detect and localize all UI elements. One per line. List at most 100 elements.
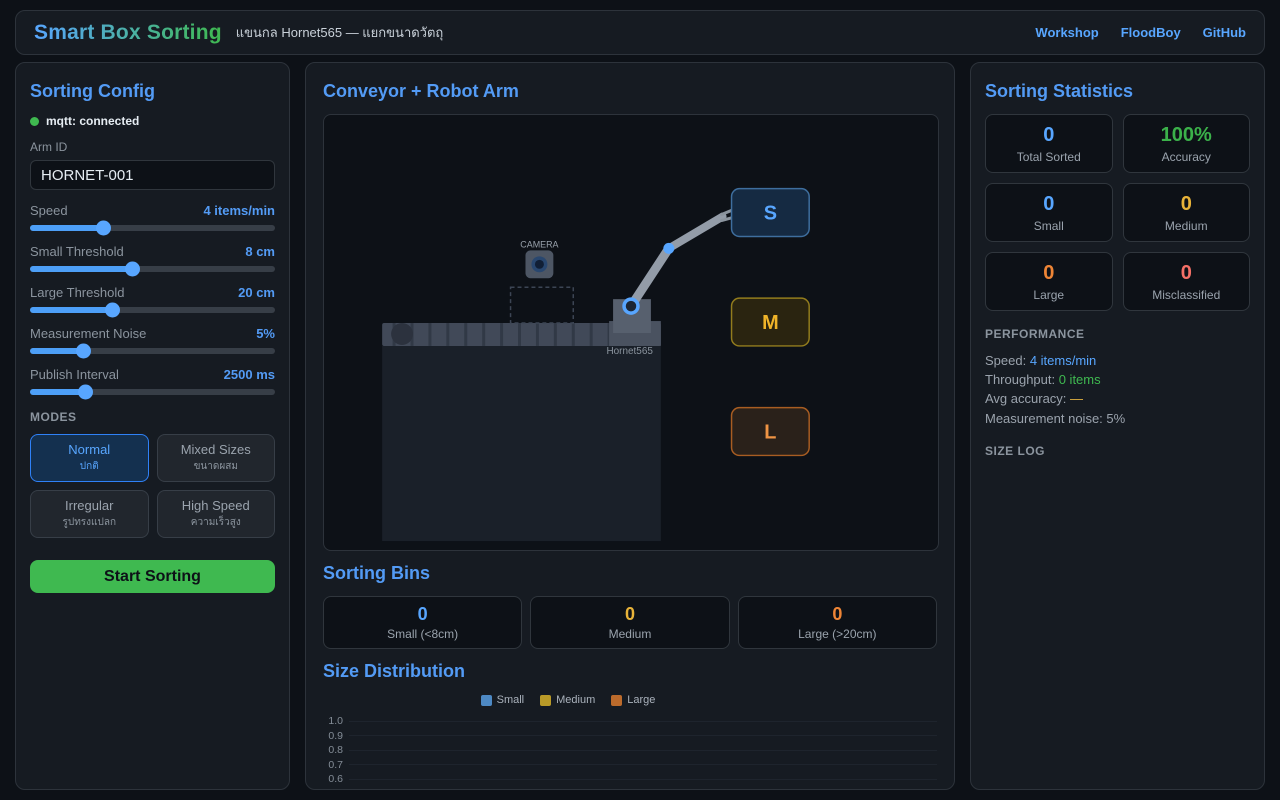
stat-medium-value: 0 (1181, 193, 1192, 216)
bin-small: S (732, 189, 810, 237)
modes-title: MODES (30, 410, 275, 424)
small-threshold-slider-block: Small Threshold 8 cm (30, 244, 275, 272)
stat-card-large: 0 Large (985, 252, 1113, 311)
stat-card-accuracy: 100% Accuracy (1123, 114, 1251, 173)
mode-button-mixed-sizes[interactable]: Mixed Sizes ขนาดผสม (157, 434, 276, 482)
small-threshold-label: Small Threshold (30, 244, 124, 259)
stat-large-label: Large (1033, 288, 1064, 302)
gridline (349, 750, 937, 751)
gridline (349, 779, 937, 780)
publish-interval-slider-thumb[interactable] (78, 385, 93, 400)
modes-grid: Normal ปกติ Mixed Sizes ขนาดผสม Irregula… (30, 434, 275, 538)
stat-misclassified-value: 0 (1181, 262, 1192, 285)
nav-link-github[interactable]: GitHub (1203, 25, 1246, 40)
mode-normal-label: Normal (35, 442, 144, 457)
size-distribution-chart: 1.0 0.9 0.8 0.7 0.6 0.5 0.4 (323, 714, 937, 790)
large-threshold-label: Large Threshold (30, 285, 124, 300)
size-distribution-title: Size Distribution (323, 661, 937, 682)
stats-grid: 0 Total Sorted 100% Accuracy 0 Small 0 M… (985, 114, 1250, 311)
mode-mixed-label: Mixed Sizes (162, 442, 271, 457)
base-joint (624, 299, 638, 313)
speed-slider-fill (30, 225, 104, 231)
mode-button-high-speed[interactable]: High Speed ความเร็วสูง (157, 490, 276, 538)
bin-large-letter: L (764, 422, 776, 444)
conveyor-title: Conveyor + Robot Arm (323, 81, 937, 102)
performance-lines: Speed: 4 items/min Throughput: 0 items A… (985, 351, 1250, 428)
legend-item-large[interactable]: Large (611, 694, 655, 706)
chart-legend: Small Medium Large (323, 694, 937, 706)
mqtt-status: mqtt: connected (30, 114, 275, 128)
bin-small-letter: S (764, 203, 777, 225)
bin-small-label: Small (<8cm) (387, 627, 458, 641)
stat-accuracy-label: Accuracy (1162, 150, 1211, 164)
large-threshold-value: 20 cm (238, 285, 275, 300)
app-header: Smart Box Sorting แขนกล Hornet565 — แยกข… (15, 10, 1265, 55)
mode-button-normal[interactable]: Normal ปกติ (30, 434, 149, 482)
nav-link-workshop[interactable]: Workshop (1035, 25, 1098, 40)
publish-interval-label: Publish Interval (30, 367, 119, 382)
legend-label-small: Small (497, 694, 525, 706)
speed-slider-thumb[interactable] (96, 221, 111, 236)
performance-title: PERFORMANCE (985, 327, 1250, 341)
header-nav: Workshop FloodBoy GitHub (1035, 25, 1246, 40)
conveyor-panel: Conveyor + Robot Arm (305, 62, 955, 790)
noise-slider-thumb[interactable] (76, 344, 91, 359)
bin-medium-count: 0 (625, 604, 635, 625)
legend-swatch-small (481, 695, 492, 706)
bin-large-count: 0 (832, 604, 842, 625)
mode-button-irregular[interactable]: Irregular รูปทรงแปลก (30, 490, 149, 538)
stat-small-label: Small (1034, 219, 1064, 233)
mode-highspeed-sublabel: ความเร็วสูง (162, 515, 271, 530)
app-title: Smart Box Sorting (34, 21, 222, 45)
legend-swatch-large (611, 695, 622, 706)
arm-id-input[interactable] (30, 160, 275, 190)
perf-avg-accuracy: Avg accuracy: — (985, 389, 1250, 408)
start-sorting-button[interactable]: Start Sorting (30, 560, 275, 593)
mqtt-status-text: mqtt: connected (46, 114, 139, 128)
stat-misclassified-label: Misclassified (1152, 288, 1220, 302)
mode-mixed-sublabel: ขนาดผสม (162, 459, 271, 474)
gridline (349, 764, 937, 765)
bin-card-large: 0 Large (>20cm) (738, 596, 937, 649)
large-threshold-slider-thumb[interactable] (105, 303, 120, 318)
perf-speed: Speed: 4 items/min (985, 351, 1250, 370)
ytick: 0.7 (323, 759, 349, 771)
legend-item-small[interactable]: Small (481, 694, 525, 706)
small-threshold-slider[interactable] (30, 266, 275, 272)
nav-link-floodboy[interactable]: FloodBoy (1121, 25, 1181, 40)
camera-lens-center (535, 260, 544, 269)
legend-item-medium[interactable]: Medium (540, 694, 595, 706)
noise-slider-block: Measurement Noise 5% (30, 326, 275, 354)
stat-card-total-sorted: 0 Total Sorted (985, 114, 1113, 173)
sorting-config-panel: Sorting Config mqtt: connected Arm ID Sp… (15, 62, 290, 790)
speed-slider[interactable] (30, 225, 275, 231)
bin-card-medium: 0 Medium (530, 596, 729, 649)
legend-swatch-medium (540, 695, 551, 706)
arm-id-label: Arm ID (30, 140, 275, 154)
ytick: 0.8 (323, 744, 349, 756)
perf-noise: Measurement noise: 5% (985, 409, 1250, 428)
small-threshold-value: 8 cm (245, 244, 275, 259)
work-area (382, 346, 661, 541)
gridline (349, 735, 937, 736)
speed-value: 4 items/min (203, 203, 275, 218)
noise-slider[interactable] (30, 348, 275, 354)
bin-medium: M (732, 298, 810, 346)
size-log-title: SIZE LOG (985, 444, 1250, 458)
large-threshold-slider-block: Large Threshold 20 cm (30, 285, 275, 313)
publish-interval-slider[interactable] (30, 389, 275, 395)
bin-card-small: 0 Small (<8cm) (323, 596, 522, 649)
ytick: 1.0 (323, 715, 349, 727)
stat-accuracy-value: 100% (1161, 124, 1212, 147)
noise-label: Measurement Noise (30, 326, 146, 341)
large-threshold-slider[interactable] (30, 307, 275, 313)
legend-label-medium: Medium (556, 694, 595, 706)
ytick: 0.5 (323, 788, 349, 790)
sorting-bins-row: 0 Small (<8cm) 0 Medium 0 Large (>20cm) (323, 596, 937, 649)
small-threshold-slider-thumb[interactable] (125, 262, 140, 277)
robot-name-label: Hornet565 (606, 346, 653, 357)
sorting-bins-title: Sorting Bins (323, 563, 937, 584)
noise-value: 5% (256, 326, 275, 341)
mode-highspeed-label: High Speed (162, 498, 271, 513)
mode-irregular-label: Irregular (35, 498, 144, 513)
